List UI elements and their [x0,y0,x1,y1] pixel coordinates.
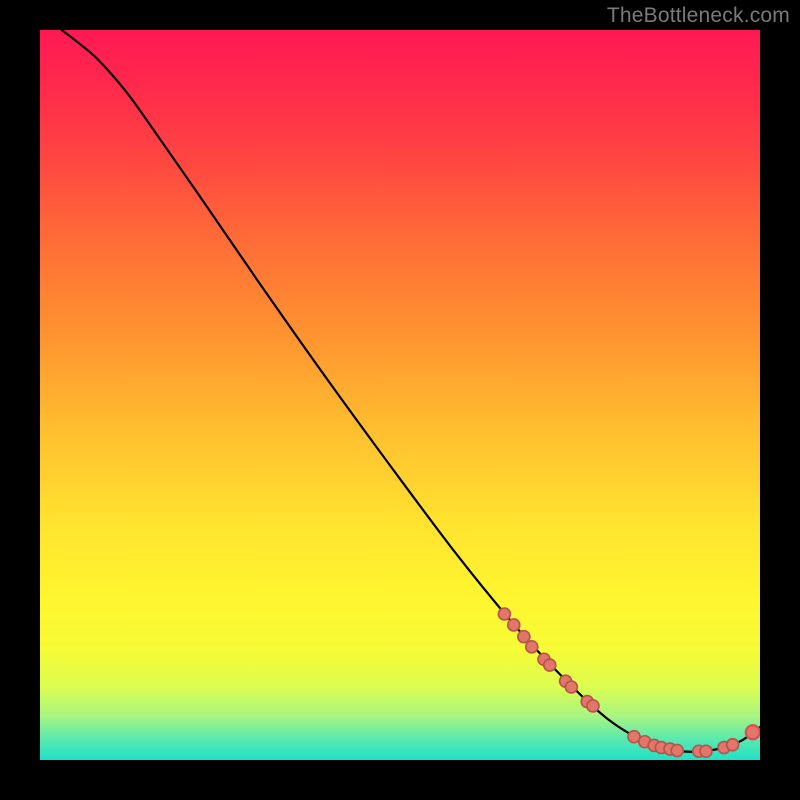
data-marker [508,619,520,631]
gradient-background [40,30,760,760]
right-black-border [760,0,800,800]
data-marker [587,700,599,712]
data-marker [565,681,577,693]
bottleneck-chart [40,30,760,760]
data-marker [498,608,510,620]
data-marker [544,659,556,671]
data-marker [700,745,712,757]
chart-svg [40,30,760,760]
data-marker [727,739,739,751]
data-marker [518,631,530,643]
left-black-border [0,0,40,800]
bottom-black-border [40,760,760,800]
data-marker [671,745,683,757]
data-marker [746,725,760,739]
data-marker [526,641,538,653]
watermark-text: TheBottleneck.com [607,4,790,28]
